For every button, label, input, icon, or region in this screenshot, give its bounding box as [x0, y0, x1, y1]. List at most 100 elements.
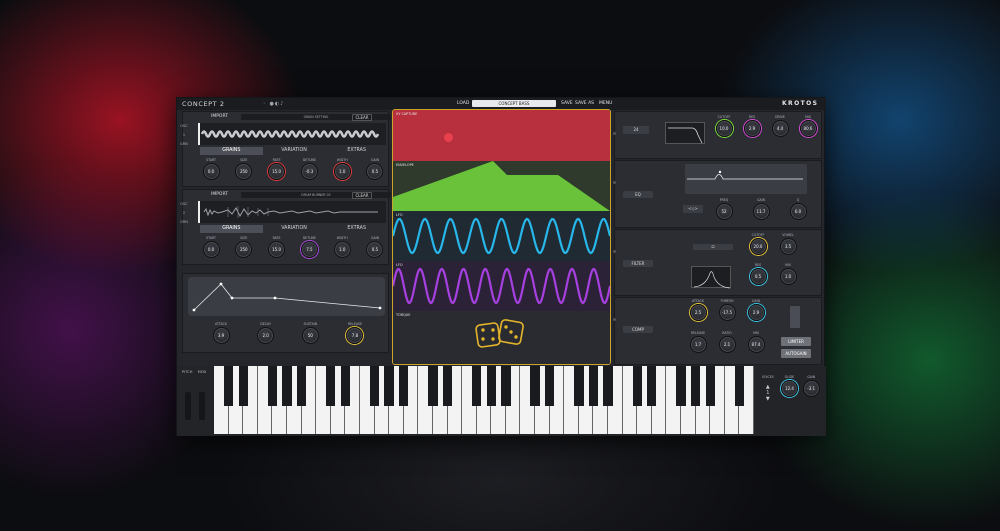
filter-button[interactable]: FILTER [623, 260, 653, 267]
comp-gain-knob[interactable]: 2.9 [747, 304, 765, 321]
black-key[interactable] [223, 366, 234, 406]
eq-toggle[interactable] [613, 181, 616, 184]
comp-toggle[interactable] [613, 318, 616, 321]
osc1-clear-button[interactable]: CLEAR [352, 114, 372, 121]
osc1-waveform[interactable] [198, 123, 386, 145]
res-knob[interactable]: 2.9 [743, 120, 761, 137]
filter-mix-knob[interactable]: 1.0 [779, 268, 797, 285]
sustain-knob[interactable]: 50 [301, 327, 319, 344]
toggle-icon[interactable]: ◦ ●◐♪ [263, 101, 284, 107]
osc1-tab-variation[interactable]: VARIATION [263, 147, 326, 155]
cutoff-knob[interactable]: 10.0 [715, 120, 733, 137]
pitch-wheel[interactable] [185, 392, 191, 420]
preset-selector[interactable]: CONCEPT BASS [472, 100, 556, 107]
black-key[interactable] [588, 366, 599, 406]
comp-thresh-knob[interactable]: -17.5 [718, 304, 736, 321]
osc2-rate-knob[interactable]: 15.0 [268, 241, 286, 258]
black-key[interactable] [428, 366, 438, 406]
filter-curve-display[interactable] [691, 266, 731, 289]
decay-knob[interactable]: 2.0 [257, 327, 275, 344]
eq-curve-display[interactable] [685, 164, 807, 194]
black-key[interactable] [369, 366, 380, 406]
osc2-mode[interactable]: GRN [180, 218, 188, 227]
osc2-clear-button[interactable]: CLEAR [352, 192, 372, 199]
xy-capture-section[interactable]: XY CAPTURE [393, 110, 610, 161]
comp-mix-knob[interactable]: 87.4 [747, 336, 765, 353]
section-toggle[interactable] [613, 132, 616, 135]
osc1-start-knob[interactable]: 0.0 [202, 163, 220, 180]
menu-button[interactable]: MENU [599, 101, 612, 106]
eq-gain-knob[interactable]: 11.7 [752, 203, 770, 220]
black-key[interactable] [676, 366, 686, 406]
save-as-button[interactable]: SAVE AS [575, 101, 594, 106]
eq-freq-knob[interactable]: 52 [715, 203, 733, 220]
black-key[interactable] [472, 366, 482, 406]
filter-type-selector[interactable]: ⬭ [693, 244, 733, 250]
black-key[interactable] [442, 366, 453, 406]
lfo2-section[interactable]: LFO [393, 261, 610, 311]
comp-button[interactable]: COMP [623, 326, 653, 333]
osc2-width-knob[interactable]: 1.0 [333, 241, 351, 258]
lfo1-section[interactable]: LFO [393, 211, 610, 261]
filter-res-knob[interactable]: 0.5 [749, 268, 767, 285]
black-key[interactable] [690, 366, 701, 406]
filter-vowel-knob[interactable]: 3.5 [779, 238, 797, 255]
osc1-width-knob[interactable]: 1.0 [333, 163, 351, 180]
osc2-size-knob[interactable]: 250 [235, 241, 253, 258]
osc2-detune-knob[interactable]: 7.5 [300, 241, 318, 258]
random-section[interactable]: TORQUE [393, 311, 610, 364]
master-gain-knob[interactable]: -3.1 [802, 380, 820, 397]
black-key[interactable] [282, 366, 292, 406]
limiter-button[interactable]: LIMITER [781, 337, 811, 346]
voices-stepper[interactable]: ▲ 1 ▼ [766, 384, 770, 402]
filter-toggle[interactable] [613, 250, 616, 253]
mix-knob[interactable]: 80.6 [799, 120, 817, 137]
black-key[interactable] [326, 366, 336, 406]
black-key[interactable] [574, 366, 584, 406]
osc1-size-knob[interactable]: 250 [235, 163, 253, 180]
osc1-tab-grains[interactable]: GRAINS [200, 147, 263, 155]
osc2-waveform[interactable] [198, 201, 386, 223]
save-button[interactable]: SAVE [561, 101, 573, 106]
glide-knob[interactable]: 12.4 [781, 380, 798, 397]
black-key[interactable] [647, 366, 657, 406]
osc2-tab-extras[interactable]: EXTRAS [325, 225, 388, 233]
attack-knob[interactable]: 3.9 [212, 327, 230, 344]
osc1-tab-extras[interactable]: EXTRAS [325, 147, 388, 155]
mod-wheel[interactable] [199, 392, 205, 420]
drive-knob[interactable]: 4.4 [771, 120, 789, 137]
eq-shape-selector[interactable]: <◇> [683, 205, 703, 213]
osc1-mode[interactable]: GRN [180, 140, 188, 149]
comp-ratio-knob[interactable]: 2.1 [718, 336, 736, 353]
black-key[interactable] [705, 366, 715, 406]
black-key[interactable] [384, 366, 394, 406]
osc1-import-button[interactable]: IMPORT [211, 114, 228, 119]
piano-keyboard[interactable] [214, 366, 754, 436]
xy-cursor[interactable] [444, 133, 453, 142]
drive-curve-display[interactable] [665, 122, 705, 144]
osc1-gain-knob[interactable]: 0.5 [366, 163, 384, 180]
black-key[interactable] [340, 366, 350, 406]
release-knob[interactable]: 7.8 [346, 327, 364, 344]
envelope-mod-section[interactable]: ENVELOPE [393, 161, 610, 211]
eq-button[interactable]: EQ [623, 191, 653, 198]
comp-release-knob[interactable]: 1.7 [689, 336, 707, 353]
load-button[interactable]: LOAD [457, 101, 469, 106]
eq-q-knob[interactable]: 6.0 [789, 203, 807, 220]
black-key[interactable] [632, 366, 642, 406]
osc1-detune-knob[interactable]: -0.3 [300, 163, 318, 180]
black-key[interactable] [530, 366, 540, 406]
black-key[interactable] [399, 366, 409, 406]
black-key[interactable] [603, 366, 613, 406]
osc2-start-knob[interactable]: 0.0 [202, 241, 220, 258]
osc2-gain-knob[interactable]: 0.5 [366, 241, 384, 258]
osc2-import-button[interactable]: IMPORT [211, 192, 228, 197]
osc2-tab-grains[interactable]: GRAINS [200, 225, 263, 233]
osc1-rate-knob[interactable]: 15.0 [268, 163, 286, 180]
unison-selector[interactable]: 24 [623, 126, 649, 134]
black-key[interactable] [267, 366, 278, 406]
black-key[interactable] [296, 366, 307, 406]
black-key[interactable] [486, 366, 496, 406]
comp-attack-knob[interactable]: 2.5 [689, 304, 707, 321]
autogain-button[interactable]: AUTOGAIN [781, 349, 811, 358]
